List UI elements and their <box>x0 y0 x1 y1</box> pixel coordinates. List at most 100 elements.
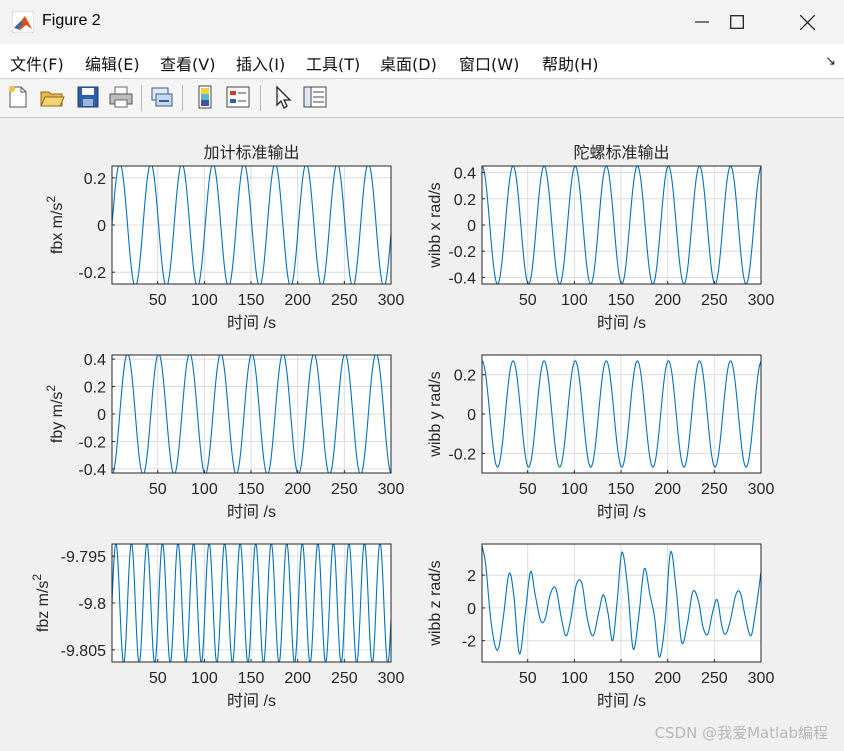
menu-insert[interactable]: 插入(I) <box>236 51 285 75</box>
y-tick-label: 0 <box>467 218 476 235</box>
x-tick-label: 300 <box>748 670 775 687</box>
x-tick-label: 100 <box>191 292 218 309</box>
x-tick-label: 100 <box>561 292 588 309</box>
x-tick-label: 200 <box>654 292 681 309</box>
x-tick-label: 150 <box>238 670 265 687</box>
y-axis-label: fbx m/s2 <box>44 196 66 255</box>
new-figure-icon[interactable] <box>5 84 31 110</box>
y-tick-label: 0 <box>467 601 476 618</box>
x-tick-label: 300 <box>748 481 775 498</box>
watermark: CSDN @我爱Matlab编程 <box>654 724 828 742</box>
toolbar-separator <box>141 85 142 111</box>
y-tick-label: 0.2 <box>84 171 106 188</box>
window-title: Figure 2 <box>42 12 101 29</box>
x-tick-label: 100 <box>561 670 588 687</box>
menu-view[interactable]: 查看(V) <box>160 51 215 75</box>
toolbar-separator <box>260 85 261 111</box>
y-tick-label: -9.795 <box>61 549 106 566</box>
y-tick-label: 0.4 <box>84 352 106 369</box>
y-tick-label: -0.4 <box>78 462 106 479</box>
menu-file[interactable]: 文件(F) <box>10 51 64 75</box>
y-tick-label: 2 <box>467 568 476 585</box>
save-icon[interactable] <box>75 84 101 110</box>
title-bar: Figure 2 <box>0 0 844 44</box>
y-axis-label: wibb y rad/s <box>427 371 444 457</box>
y-tick-label: -9.8 <box>78 596 106 613</box>
x-tick-label: 150 <box>608 292 635 309</box>
y-axis-label: wibb x rad/s <box>427 182 444 268</box>
x-tick-label: 50 <box>149 481 167 498</box>
y-tick-label: 0.4 <box>454 166 476 183</box>
menu-desktop[interactable]: 桌面(D) <box>380 51 437 75</box>
x-tick-label: 250 <box>701 292 728 309</box>
x-tick-label: 200 <box>284 481 311 498</box>
menu-edit[interactable]: 编辑(E) <box>85 51 140 75</box>
x-tick-label: 50 <box>519 670 537 687</box>
y-axis-label: fby m/s2 <box>44 385 66 444</box>
x-tick-label: 250 <box>701 481 728 498</box>
x-axis-label: 时间 /s <box>227 692 276 710</box>
x-axis-label: 时间 /s <box>597 314 646 332</box>
subplot-3: 50 100 150 200 250 300 0.4 0.2 0 -0.2 -0.4 时间 /s fby… <box>44 352 404 521</box>
x-tick-label: 250 <box>701 670 728 687</box>
x-tick-label: 150 <box>608 481 635 498</box>
y-axis-label: wibb z rad/s <box>427 560 444 646</box>
figure-window: Figure 2 文件(F) 编辑(E) 查看(V) 插入(I) 工具(T) 桌… <box>0 0 844 751</box>
dock-arrow-icon[interactable]: ↘ <box>825 54 836 69</box>
x-tick-label: 100 <box>191 670 218 687</box>
x-tick-label: 50 <box>519 481 537 498</box>
x-tick-label: 300 <box>748 292 775 309</box>
subplot-4: 50 100 150 200 250 300 0.2 0 -0.2 时间 /s wibb y rad… <box>427 354 775 521</box>
x-tick-label: 50 <box>149 670 167 687</box>
property-inspector-icon[interactable] <box>302 84 328 110</box>
print-icon[interactable] <box>108 84 134 110</box>
figure-canvas: 50 100 150 200 250 300 0.2 0 -0.2 时间 /s fbx m/s2 加计… <box>0 118 844 751</box>
close-icon <box>799 14 815 30</box>
subplot-6: 50 100 150 200 250 300 2 0 -2 时间 /s wibb z rad/s <box>427 543 775 710</box>
menu-tools[interactable]: 工具(T) <box>306 51 360 75</box>
y-tick-label: 0.2 <box>84 380 106 397</box>
open-file-icon[interactable] <box>39 84 65 110</box>
y-tick-label: 0 <box>97 407 106 424</box>
toolbar <box>0 79 844 118</box>
x-tick-label: 200 <box>284 670 311 687</box>
menu-help[interactable]: 帮助(H) <box>542 51 599 75</box>
link-plot-icon[interactable] <box>149 84 175 110</box>
insert-colorbar-icon[interactable] <box>192 84 218 110</box>
y-tick-label: -0.2 <box>78 265 106 282</box>
menu-bar: 文件(F) 编辑(E) 查看(V) 插入(I) 工具(T) 桌面(D) 窗口(W… <box>0 44 844 79</box>
y-tick-label: 0.2 <box>454 192 476 209</box>
x-tick-label: 300 <box>378 292 405 309</box>
maximize-icon <box>730 15 744 29</box>
x-tick-label: 200 <box>284 292 311 309</box>
x-tick-label: 100 <box>191 481 218 498</box>
close-button[interactable] <box>772 0 842 44</box>
x-tick-label: 50 <box>149 292 167 309</box>
x-tick-label: 250 <box>331 481 358 498</box>
x-axis-label: 时间 /s <box>597 692 646 710</box>
maximize-button[interactable] <box>702 0 772 44</box>
subplot-title: 加计标准输出 <box>203 143 299 162</box>
x-axis-label: 时间 /s <box>597 503 646 521</box>
subplots: 50 100 150 200 250 3000.20-0.2时间 /sfbx m/s2加计… <box>30 143 775 710</box>
y-tick-label: 0.2 <box>454 368 476 385</box>
y-tick-label: 0 <box>97 218 106 235</box>
x-tick-label: 300 <box>378 670 405 687</box>
x-tick-label: 200 <box>654 670 681 687</box>
y-tick-label: -0.2 <box>448 244 476 261</box>
x-tick-label: 300 <box>378 481 405 498</box>
x-tick-label: 250 <box>331 670 358 687</box>
y-tick-label: -0.2 <box>448 446 476 463</box>
subplot-1: 50 100 150 200 250 300 0.2 0 -0.2 时间 /s fbx m/s2 加计… <box>44 143 404 332</box>
matlab-logo-icon <box>12 11 34 33</box>
y-tick-label: -9.805 <box>61 643 106 660</box>
x-tick-label: 150 <box>238 292 265 309</box>
edit-plot-pointer-icon[interactable] <box>270 84 296 110</box>
x-tick-label: 150 <box>608 670 635 687</box>
x-axis-label: 时间 /s <box>227 503 276 521</box>
menu-window[interactable]: 窗口(W) <box>459 51 519 75</box>
insert-legend-icon[interactable] <box>225 84 251 110</box>
y-axis-label: fbz m/s2 <box>30 574 52 633</box>
subplot-5: 50 100 150 200 250 300 -9.795 -9.8 -9.805 时间 /s fb… <box>30 543 404 710</box>
y-tick-label: -0.2 <box>78 434 106 451</box>
